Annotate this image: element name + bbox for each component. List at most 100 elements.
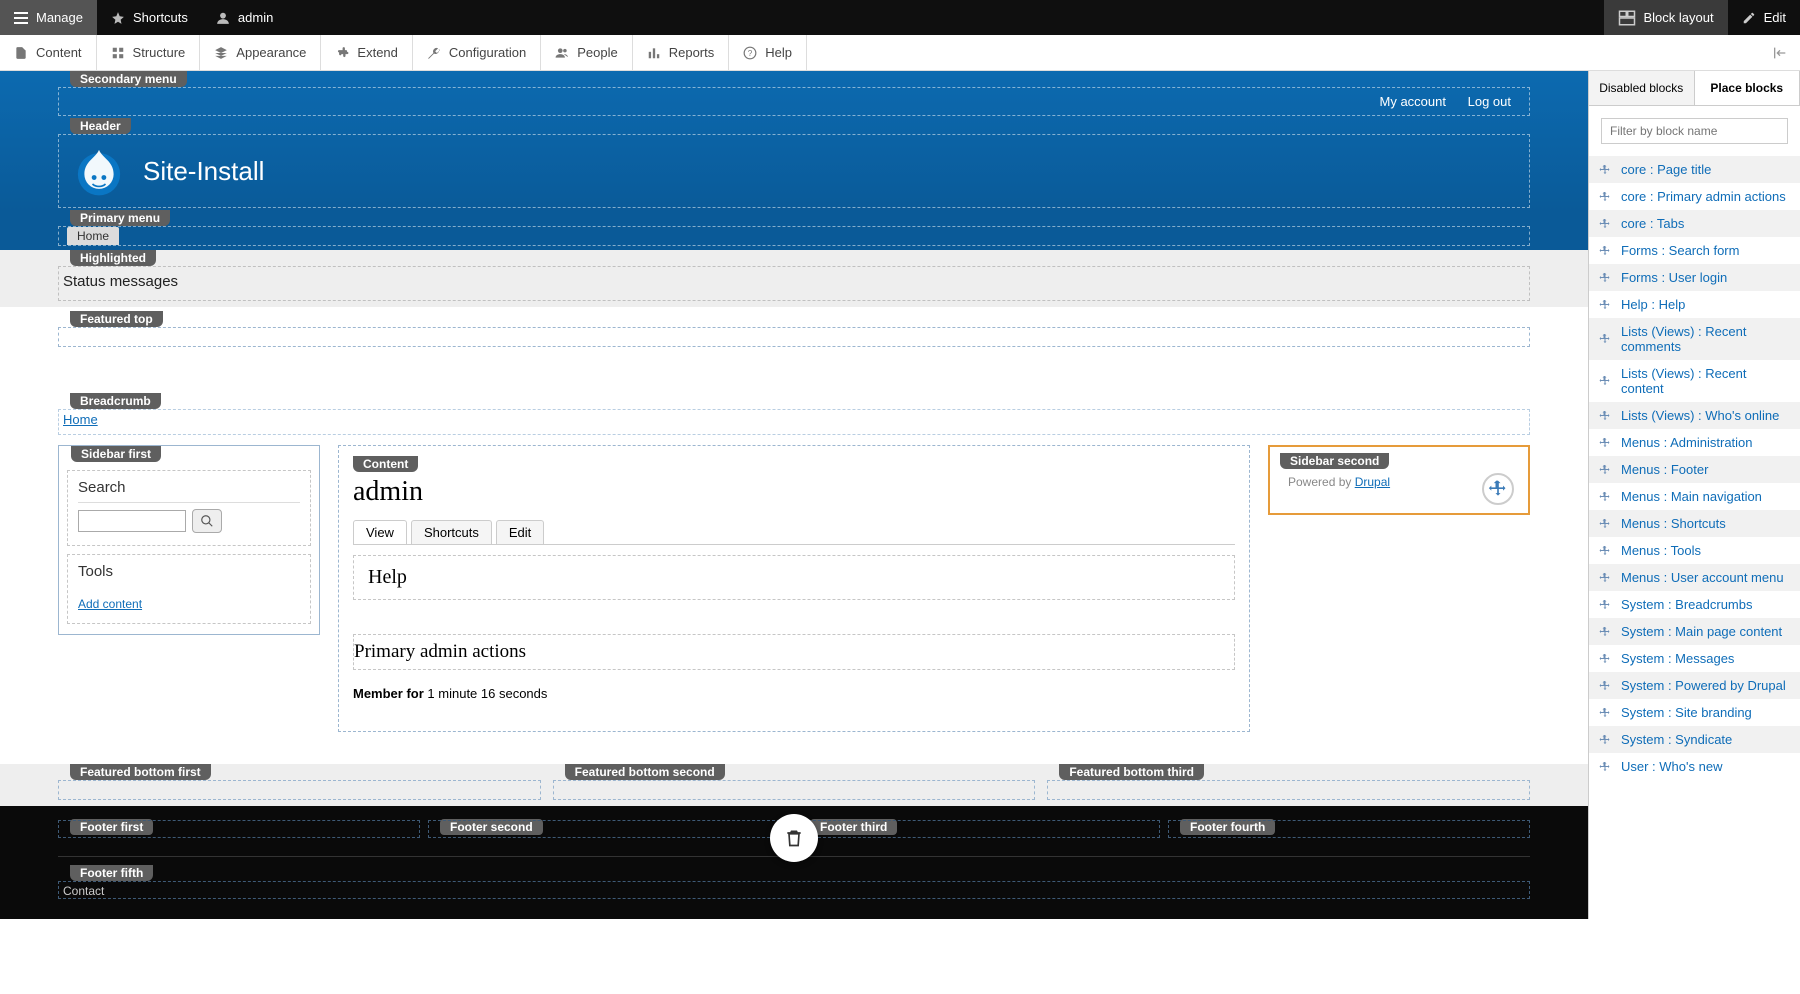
shortcuts-button[interactable]: Shortcuts (97, 0, 202, 35)
move-icon (1599, 218, 1611, 230)
move-icon (1599, 491, 1611, 503)
region-featured-bottom-first[interactable] (58, 780, 541, 800)
member-for: Member for 1 minute 16 seconds (353, 686, 1235, 701)
trash-button[interactable] (770, 814, 818, 862)
search-block-title: Search (78, 479, 300, 503)
star-icon (111, 11, 125, 25)
menu-content[interactable]: Content (0, 35, 97, 70)
tab-disabled-blocks[interactable]: Disabled blocks (1589, 71, 1695, 105)
tab-place-blocks[interactable]: Place blocks (1695, 71, 1800, 105)
search-button[interactable] (192, 509, 222, 533)
search-input[interactable] (78, 510, 186, 532)
site-name[interactable]: Site-Install (143, 156, 264, 187)
block-item[interactable]: System : Syndicate (1589, 726, 1800, 753)
block-item-label: Menus : Tools (1621, 543, 1701, 558)
move-icon (1599, 410, 1611, 422)
drupal-link[interactable]: Drupal (1355, 475, 1390, 489)
collapse-toggle[interactable] (1760, 45, 1800, 61)
log-out-link[interactable]: Log out (1468, 94, 1511, 109)
local-tabs: View Shortcuts Edit (353, 520, 1235, 545)
menu-structure[interactable]: Structure (97, 35, 201, 70)
block-item[interactable]: core : Primary admin actions (1589, 183, 1800, 210)
tab-view[interactable]: View (353, 520, 407, 544)
block-item-label: User : Who's new (1621, 759, 1722, 774)
region-header[interactable]: Site-Install (58, 134, 1530, 208)
block-list: core : Page titlecore : Primary admin ac… (1589, 156, 1800, 780)
manage-button[interactable]: Manage (0, 0, 97, 35)
block-item-label: Menus : User account menu (1621, 570, 1784, 585)
primary-menu-home[interactable]: Home (67, 227, 119, 245)
move-icon (1599, 437, 1611, 449)
region-featured-bottom-third[interactable] (1047, 780, 1530, 800)
drag-handle[interactable] (1482, 473, 1514, 505)
page-title: admin (353, 476, 1235, 508)
block-item[interactable]: core : Page title (1589, 156, 1800, 183)
region-footer-third[interactable] (798, 820, 1160, 838)
region-sidebar-first[interactable]: Sidebar first Search Tools (58, 445, 320, 635)
region-sidebar-second[interactable]: Sidebar second Powered by Drupal (1268, 445, 1530, 515)
block-item[interactable]: Menus : Tools (1589, 537, 1800, 564)
content-icon (14, 46, 28, 60)
block-item[interactable]: System : Breadcrumbs (1589, 591, 1800, 618)
block-item-label: System : Site branding (1621, 705, 1752, 720)
menu-configuration[interactable]: Configuration (413, 35, 541, 70)
tab-edit[interactable]: Edit (496, 520, 544, 544)
region-content[interactable]: Content admin View Shortcuts Edit Help P… (338, 445, 1250, 732)
primary-actions-block[interactable]: Primary admin actions (353, 634, 1235, 670)
region-secondary-menu[interactable]: My account Log out (58, 87, 1530, 116)
block-item[interactable]: Lists (Views) : Recent comments (1589, 318, 1800, 360)
block-item[interactable]: User : Who's new (1589, 753, 1800, 780)
menu-people[interactable]: People (541, 35, 632, 70)
block-item[interactable]: System : Messages (1589, 645, 1800, 672)
status-messages: Status messages (59, 269, 1529, 290)
svg-text:?: ? (748, 48, 753, 57)
my-account-link[interactable]: My account (1380, 94, 1446, 109)
menu-help[interactable]: ?Help (729, 35, 807, 70)
block-item[interactable]: Lists (Views) : Recent content (1589, 360, 1800, 402)
move-icon (1599, 545, 1611, 557)
block-item[interactable]: System : Site branding (1589, 699, 1800, 726)
block-item[interactable]: Menus : Shortcuts (1589, 510, 1800, 537)
menu-reports[interactable]: Reports (633, 35, 730, 70)
block-item[interactable]: System : Main page content (1589, 618, 1800, 645)
block-layout-label: Block layout (1644, 10, 1714, 25)
block-item-label: System : Breadcrumbs (1621, 597, 1753, 612)
tab-shortcuts[interactable]: Shortcuts (411, 520, 492, 544)
block-layout-button[interactable]: Block layout (1604, 0, 1728, 35)
region-highlighted[interactable]: Status messages (58, 266, 1530, 301)
region-primary-menu[interactable]: Home (58, 226, 1530, 246)
admin-user-button[interactable]: admin (202, 0, 287, 35)
edit-button[interactable]: Edit (1728, 0, 1800, 35)
block-item[interactable]: Menus : Main navigation (1589, 483, 1800, 510)
help-block[interactable]: Help (353, 555, 1235, 600)
region-footer-first[interactable] (58, 820, 420, 838)
filter-input[interactable] (1601, 118, 1788, 144)
breadcrumb-home-link[interactable]: Home (59, 410, 98, 427)
search-icon (200, 514, 214, 528)
region-footer-fourth[interactable] (1168, 820, 1530, 838)
region-footer-fifth[interactable]: Contact (58, 881, 1530, 899)
block-item[interactable]: Menus : Footer (1589, 456, 1800, 483)
block-item[interactable]: Menus : User account menu (1589, 564, 1800, 591)
block-item-label: Help : Help (1621, 297, 1685, 312)
add-content-link[interactable]: Add content (78, 597, 142, 611)
block-item[interactable]: Forms : Search form (1589, 237, 1800, 264)
region-breadcrumb[interactable]: Home (58, 409, 1530, 435)
region-featured-bottom-second[interactable] (553, 780, 1036, 800)
contact-link[interactable]: Contact (59, 882, 1529, 898)
move-icon (1599, 572, 1611, 584)
block-item[interactable]: Lists (Views) : Who's online (1589, 402, 1800, 429)
menu-appearance[interactable]: Appearance (200, 35, 321, 70)
menu-extend[interactable]: Extend (321, 35, 412, 70)
pencil-icon (1742, 11, 1756, 25)
region-footer-second[interactable] (428, 820, 790, 838)
block-item[interactable]: Help : Help (1589, 291, 1800, 318)
block-item[interactable]: System : Powered by Drupal (1589, 672, 1800, 699)
blocks-panel: Disabled blocks Place blocks core : Page… (1588, 71, 1800, 919)
block-item[interactable]: Forms : User login (1589, 264, 1800, 291)
block-layout-icon (1618, 9, 1636, 27)
block-item[interactable]: Menus : Administration (1589, 429, 1800, 456)
region-featured-top[interactable] (58, 327, 1530, 347)
block-item[interactable]: core : Tabs (1589, 210, 1800, 237)
tools-block-title: Tools (78, 563, 300, 586)
